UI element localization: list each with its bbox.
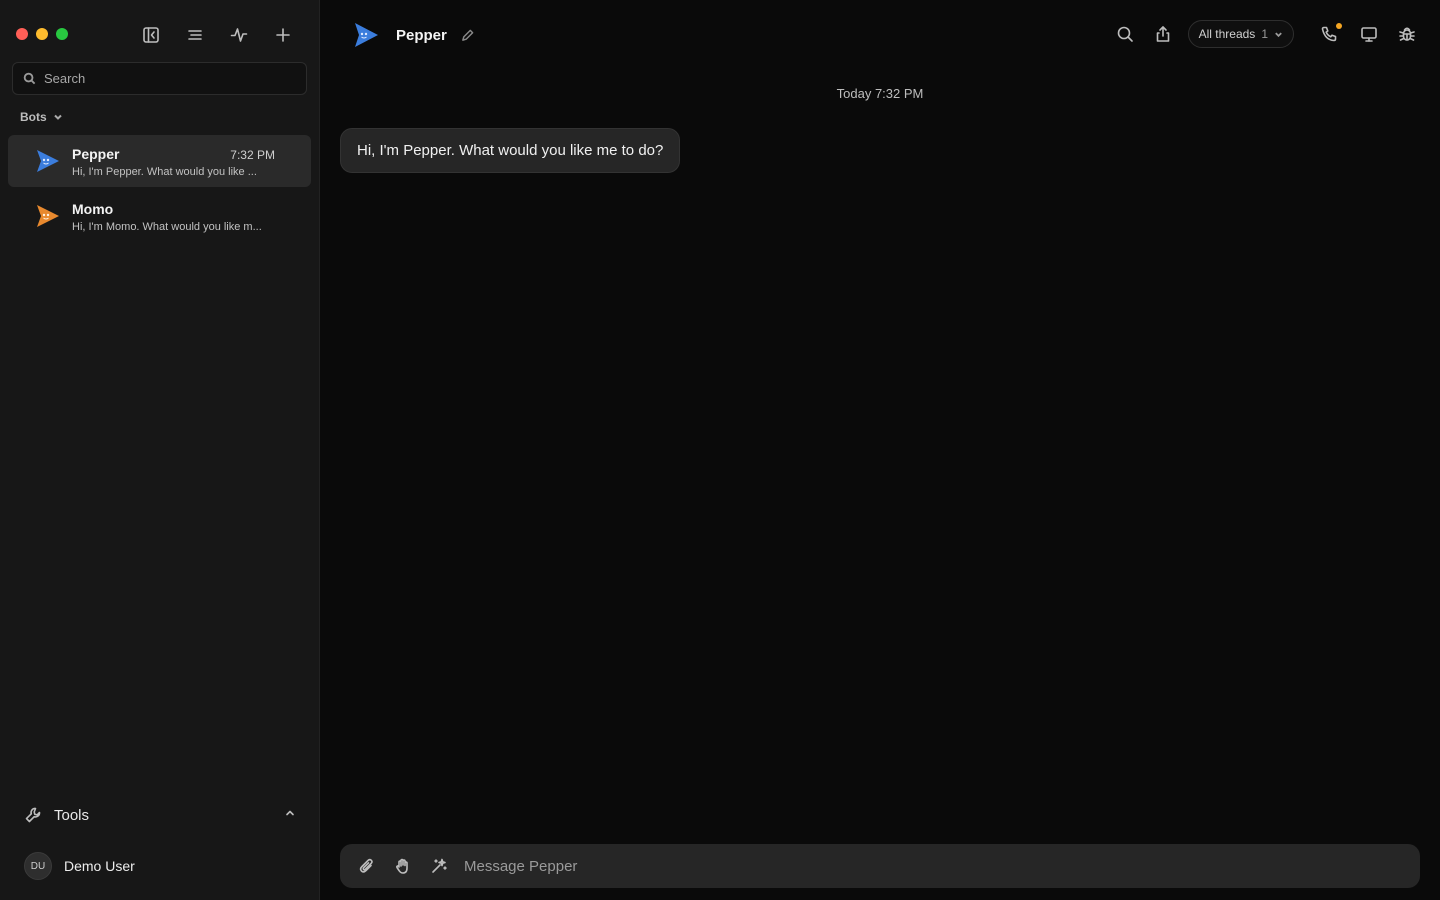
maximize-window-button[interactable] — [56, 28, 68, 40]
list-icon[interactable] — [182, 22, 208, 48]
header-actions: All threads 1 — [1100, 20, 1420, 48]
chat-header: Pepper — [352, 20, 477, 50]
hand-icon[interactable] — [390, 853, 416, 879]
bot-last-time: 7:32 PM — [230, 148, 275, 162]
tools-section-toggle[interactable]: Tools — [24, 802, 296, 828]
pepper-avatar-icon — [37, 150, 59, 172]
bot-preview: Hi, I'm Momo. What would you like m... — [72, 221, 262, 233]
pencil-edit-icon[interactable] — [459, 26, 477, 44]
search-icon — [23, 72, 36, 85]
minimize-window-button[interactable] — [36, 28, 48, 40]
new-chat-plus-icon[interactable] — [270, 22, 296, 48]
notification-dot — [1336, 23, 1342, 29]
message-composer — [340, 844, 1420, 888]
sidebar: Bots Pepper 7:32 PM Hi, I'm Pepper. What… — [0, 0, 320, 900]
avatar: DU — [24, 852, 52, 880]
all-threads-dropdown[interactable]: All threads 1 — [1187, 20, 1294, 48]
window-controls — [16, 28, 68, 40]
wrench-icon — [25, 807, 41, 823]
bot-preview: Hi, I'm Pepper. What would you like ... — [72, 166, 257, 178]
call-button[interactable] — [1316, 21, 1342, 47]
close-window-button[interactable] — [16, 28, 28, 40]
chevron-down-icon — [53, 114, 62, 120]
tools-label: Tools — [54, 806, 90, 824]
bot-message-bubble: Hi, I'm Pepper. What would you like me t… — [340, 128, 681, 173]
message-timestamp: Today 7:32 PM — [836, 86, 924, 101]
sparkle-wand-icon[interactable] — [426, 853, 452, 879]
pepper-avatar-icon — [355, 23, 378, 47]
monitor-icon[interactable] — [1356, 21, 1382, 47]
user-profile[interactable]: DU Demo User — [24, 852, 135, 880]
bot-name: Pepper — [72, 146, 120, 162]
chevron-up-icon — [284, 806, 296, 824]
bot-item-momo[interactable]: Momo Hi, I'm Momo. What would you like m… — [8, 190, 311, 242]
share-icon[interactable] — [1150, 21, 1176, 47]
chevron-down-icon — [1275, 32, 1282, 37]
momo-avatar-icon — [37, 205, 59, 227]
bot-name: Momo — [72, 201, 114, 217]
user-name: Demo User — [64, 858, 135, 874]
app-window: Bots Pepper 7:32 PM Hi, I'm Pepper. What… — [0, 0, 1440, 900]
bots-section-toggle[interactable]: Bots — [20, 110, 63, 124]
sidebar-toolbar — [138, 22, 314, 48]
message-input[interactable] — [464, 857, 1364, 875]
search-icon[interactable] — [1112, 21, 1138, 47]
search-box[interactable] — [12, 62, 307, 95]
activity-icon[interactable] — [226, 22, 252, 48]
paperclip-icon[interactable] — [354, 853, 380, 879]
chat-panel: Pepper All threads 1 Today 7:32 PM Hi, I… — [320, 0, 1440, 900]
threads-count: 1 — [1261, 27, 1268, 41]
threads-label: All threads — [1198, 27, 1256, 41]
bug-icon[interactable] — [1394, 21, 1420, 47]
bots-section-label: Bots — [20, 110, 47, 124]
bot-item-pepper[interactable]: Pepper 7:32 PM Hi, I'm Pepper. What woul… — [8, 135, 311, 187]
tools-header: Tools — [24, 806, 89, 824]
chat-title: Pepper — [396, 26, 447, 44]
search-input[interactable] — [44, 71, 284, 86]
sidebar-toggle-icon[interactable] — [138, 22, 164, 48]
